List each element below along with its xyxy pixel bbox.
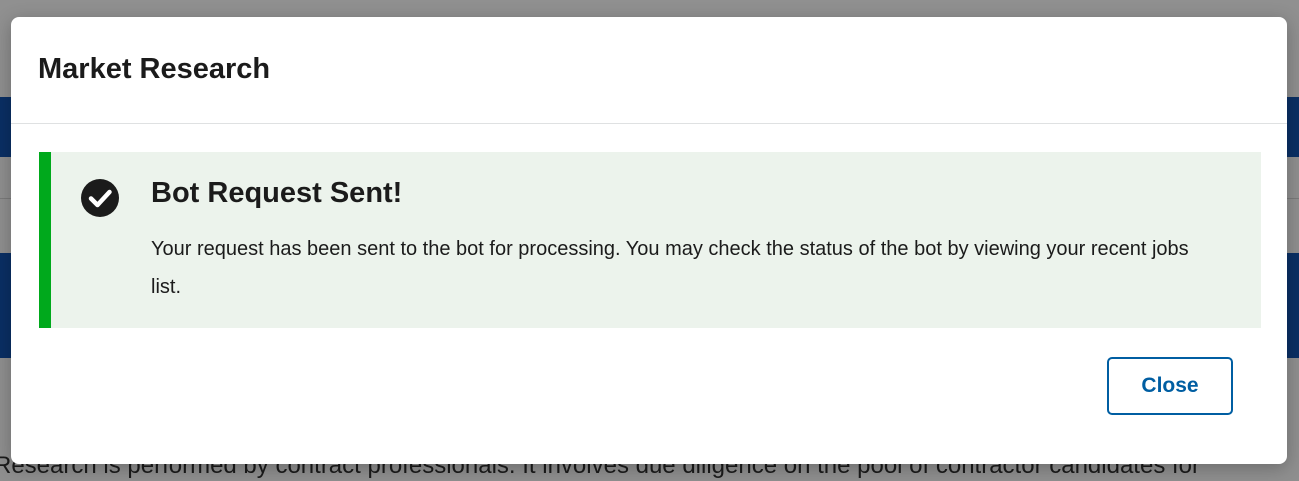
modal-title: Market Research [38, 52, 271, 85]
success-alert: Bot Request Sent! Your request has been … [39, 152, 1261, 328]
check-circle-icon [81, 179, 119, 217]
modal-header: Market Research [11, 17, 1287, 124]
alert-heading: Bot Request Sent! [151, 177, 403, 209]
close-button[interactable]: Close [1107, 357, 1233, 415]
market-research-modal: Market Research Bot Request Sent! Your r… [11, 17, 1287, 464]
alert-message: Your request has been sent to the bot fo… [151, 238, 1189, 298]
